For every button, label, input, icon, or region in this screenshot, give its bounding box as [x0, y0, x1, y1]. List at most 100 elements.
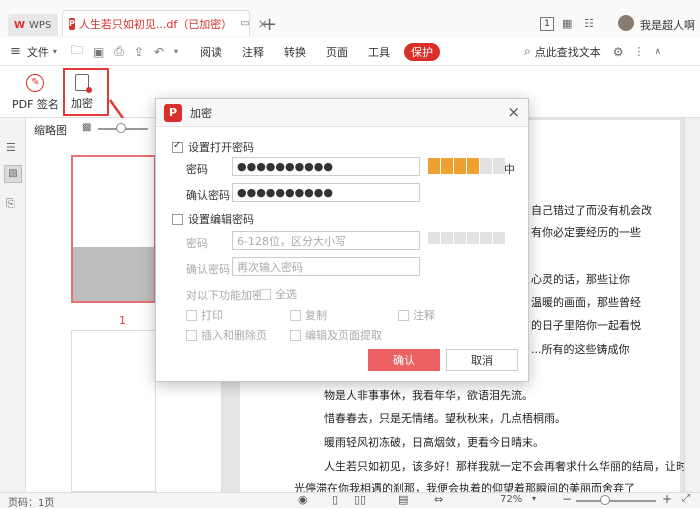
permissions-label: 对以下功能加密 — [186, 289, 263, 302]
menu-protect[interactable]: 保护 — [404, 42, 441, 61]
pdf-logo-icon: P — [164, 103, 182, 122]
edit-password-field[interactable]: 6-128位，区分大小写 — [232, 231, 420, 250]
chevron-down-icon[interactable]: ▾ — [53, 47, 57, 56]
search-icon[interactable]: ⌕ — [524, 44, 531, 59]
menu-convert[interactable]: 转换 — [284, 44, 306, 60]
user-name[interactable]: 我是超人啊 — [640, 17, 695, 33]
doc-line-3: 心灵的话，那些让你 — [531, 273, 630, 286]
pdf-sign-button[interactable]: ✎ PDF 签名 — [12, 74, 59, 112]
menu-read[interactable]: 阅读 — [200, 44, 222, 60]
vertical-scrollbar[interactable] — [684, 118, 700, 492]
zoom-in-icon[interactable]: + — [662, 492, 672, 506]
document-tab[interactable]: P 人生若只如初见...df（已加密） ▭ × — [62, 10, 268, 36]
wps-label: WPS — [29, 19, 52, 31]
doc-line-1: 自己错过了而没有机会改 — [531, 204, 652, 217]
save-icon[interactable]: ▣ — [93, 45, 104, 59]
menu-annotate[interactable]: 注释 — [242, 44, 264, 60]
zoom-dropdown-icon[interactable]: ▾ — [532, 494, 536, 503]
annotate-checkbox[interactable] — [398, 309, 409, 321]
print-icon[interactable]: ⎙ — [114, 44, 124, 59]
print-option[interactable]: 打印 — [186, 307, 223, 323]
new-tab-button[interactable]: + — [262, 14, 277, 35]
close-icon[interactable]: × — [507, 103, 520, 121]
dialog-title: 加密 — [190, 106, 212, 120]
password-field[interactable]: ●●●●●●●●●● — [232, 157, 420, 176]
zoom-slider[interactable] — [576, 500, 656, 502]
pen-icon: ✎ — [26, 74, 45, 92]
edit-confirm-field[interactable]: 再次输入密码 — [232, 257, 420, 276]
zoom-level[interactable]: 72% — [500, 494, 522, 505]
annotate-label: 注释 — [413, 309, 435, 322]
insert-delete-checkbox[interactable] — [186, 329, 197, 341]
avatar[interactable] — [618, 15, 634, 31]
open-password-option[interactable]: 设置打开密码 — [172, 139, 254, 155]
status-bar: 页码：1页 ◉ ▯ ▯▯ ▤ ⇔ 72% ▾ − + ⤢ — [0, 492, 700, 509]
edit-extract-label: 编辑及页面提取 — [305, 329, 382, 342]
monitor-icon[interactable]: ▭ — [240, 18, 249, 29]
fit-width-icon[interactable]: ⇔ — [434, 493, 443, 506]
open-password-checkbox[interactable] — [172, 140, 183, 153]
annotate-option[interactable]: 注释 — [398, 307, 435, 323]
export-icon[interactable]: ⇪ — [134, 45, 144, 59]
undo-icon[interactable]: ↶ — [154, 45, 164, 59]
edit-extract-option[interactable]: 编辑及页面提取 — [290, 327, 382, 343]
strength-segment — [428, 158, 440, 174]
ok-button[interactable]: 确认 — [368, 349, 440, 371]
edit-extract-checkbox[interactable] — [290, 329, 301, 341]
double-page-icon[interactable]: ▯▯ — [354, 493, 366, 506]
edit-password-option[interactable]: 设置编辑密码 — [172, 211, 254, 227]
outline-icon[interactable]: ☰ — [6, 141, 16, 154]
wps-home-tab[interactable]: W WPS — [8, 14, 58, 36]
window-count-icon[interactable]: 1 — [540, 17, 554, 31]
zoom-slider-handle[interactable] — [600, 495, 610, 505]
hamburger-icon[interactable]: ≡ — [10, 44, 21, 59]
doc-line-5: 的日子里陪你一起看悦 — [531, 319, 641, 332]
edit-strength-meter — [428, 232, 505, 244]
menu-page[interactable]: 页面 — [326, 44, 348, 60]
zoom-out-icon[interactable]: − — [562, 492, 572, 506]
skin-icon[interactable]: ▦ — [562, 17, 572, 30]
copy-checkbox[interactable] — [290, 309, 301, 321]
gear-icon[interactable]: ⚙ — [613, 45, 624, 59]
wps-logo-icon: W — [14, 19, 26, 31]
more-icon[interactable]: ⋮ — [634, 45, 645, 58]
eye-icon[interactable]: ◉ — [298, 493, 308, 506]
password-label: 密码 — [186, 163, 208, 176]
insert-delete-label: 插入和删除页 — [201, 329, 267, 342]
print-checkbox[interactable] — [186, 309, 197, 321]
edit-password-field-label: 密码 — [186, 237, 208, 250]
select-all-option[interactable]: 全选 — [260, 286, 297, 302]
encrypt-button[interactable]: 加密 — [71, 74, 93, 111]
encrypt-label: 加密 — [71, 97, 93, 110]
more-chevron-icon[interactable]: ▾ — [174, 47, 178, 56]
menu-file[interactable]: 文件 — [27, 44, 49, 60]
edit-password-label: 设置编辑密码 — [188, 213, 254, 226]
thumbnail-page-1[interactable] — [71, 155, 156, 303]
fullscreen-icon[interactable]: ⤢ — [682, 493, 690, 504]
thumbnail-icon[interactable]: ▧ — [4, 165, 22, 183]
doc-line-2: 有你必定要经历的一些 — [531, 226, 641, 239]
confirm-password-field[interactable]: ●●●●●●●●●● — [232, 183, 420, 202]
select-all-checkbox[interactable] — [260, 288, 271, 300]
collapse-icon[interactable]: ∧ — [655, 47, 662, 57]
encrypt-dialog: P 加密 × 设置打开密码 密码 ●●●●●●●●●● 中 确认密码 ●●●●●… — [155, 98, 529, 382]
search-text[interactable]: 点此查找文本 — [535, 44, 601, 60]
menu-bar: ≡ 文件 ▾ 🗀 ▣ ⎙ ⇪ ↶ ▾ 阅读 注释 转换 页面 工具 保护 ⌕ 点… — [0, 38, 700, 66]
thumbnail-page-2[interactable] — [71, 330, 156, 492]
doc-line-10: 人生若只如初见，该多好！那样我就一定不会再奢求什么华丽的结局，让时 — [324, 460, 687, 473]
menu-tools[interactable]: 工具 — [368, 44, 390, 60]
edit-password-checkbox[interactable] — [172, 213, 183, 225]
folder-icon[interactable]: 🗀 — [71, 41, 83, 62]
print-label: 打印 — [201, 309, 223, 322]
lock-doc-icon — [75, 74, 92, 93]
thumbnail-label: 缩略图 — [34, 124, 67, 137]
image-icon[interactable]: ▩ — [82, 122, 91, 133]
copy-option[interactable]: 复制 — [290, 307, 327, 323]
bookmark-icon[interactable]: ⎘ — [6, 197, 15, 211]
single-page-icon[interactable]: ▯ — [332, 493, 338, 506]
continuous-icon[interactable]: ▤ — [398, 493, 408, 506]
grid-icon[interactable]: ☷ — [584, 17, 594, 30]
cancel-button[interactable]: 取消 — [446, 349, 518, 371]
insert-delete-option[interactable]: 插入和删除页 — [186, 327, 267, 343]
slider-handle[interactable] — [116, 123, 126, 133]
